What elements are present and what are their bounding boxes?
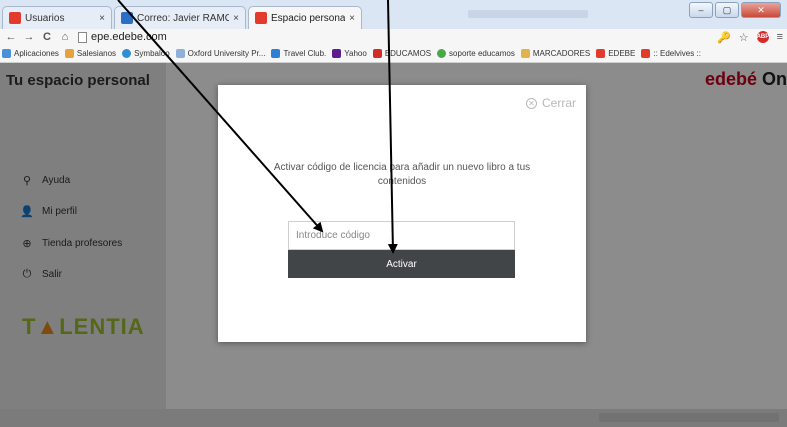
activate-button[interactable]: Activar xyxy=(288,250,515,278)
blurred-window-title xyxy=(468,10,588,18)
home-icon[interactable]: ⌂ xyxy=(58,31,72,43)
travel-club-icon xyxy=(271,49,281,58)
folder-icon xyxy=(520,49,530,58)
apps-grid-icon xyxy=(2,49,11,58)
tab-close-icon[interactable]: × xyxy=(99,13,105,24)
oxford-icon xyxy=(175,49,185,58)
close-modal-button[interactable]: ✕ Cerrar xyxy=(525,96,576,110)
license-code-modal: ✕ Cerrar Activar código de licencia para… xyxy=(218,85,586,342)
tab-title: Correo: Javier RAMOS FE xyxy=(137,12,229,24)
modal-message: Activar código de licencia para añadir u… xyxy=(273,162,531,187)
bookmark-edebe[interactable]: EDEBE xyxy=(596,49,635,58)
bookmark-yahoo[interactable]: Yahoo xyxy=(332,49,367,58)
tab-close-icon[interactable]: × xyxy=(233,13,239,24)
yahoo-icon xyxy=(332,49,342,58)
bookmark-label: :: Edelvives :: xyxy=(653,49,701,58)
salesianos-icon xyxy=(64,49,74,58)
tab-close-icon[interactable]: × xyxy=(349,13,355,24)
minimize-button[interactable]: – xyxy=(689,2,713,18)
bookmark-edelvives[interactable]: :: Edelvives :: xyxy=(641,49,701,58)
url-text: epe.edebe.com xyxy=(91,31,167,43)
adblock-icon[interactable]: ABP xyxy=(756,31,769,43)
bookmark-marcadores[interactable]: MARCADORES xyxy=(520,49,591,58)
bookmark-oxford[interactable]: Oxford University Pr... xyxy=(175,49,266,58)
bookmark-travel-club[interactable]: Travel Club. xyxy=(271,49,326,58)
edebe-favicon-icon xyxy=(255,12,267,24)
browser-tabstrip: Usuarios × Correo: Javier RAMOS FE × Esp… xyxy=(0,0,787,29)
license-code-input[interactable] xyxy=(288,221,515,250)
close-icon: ✕ xyxy=(525,97,537,109)
bookmark-aplicaciones[interactable]: Aplicaciones xyxy=(2,49,59,58)
bookmark-educamos[interactable]: EDUCAMOS xyxy=(372,49,432,58)
bookmark-label: Salesianos xyxy=(76,49,117,58)
window-controls: – ▢ ✕ xyxy=(689,2,781,18)
bookmark-label: EDEBE xyxy=(608,49,636,58)
bookmark-label: soporte educamos xyxy=(449,49,515,58)
address-bar[interactable]: epe.edebe.com xyxy=(78,31,167,43)
bookmark-label: Yahoo xyxy=(344,49,367,58)
forward-arrow-icon[interactable]: → xyxy=(22,31,36,43)
browser-toolbar: ← → C ⌂ epe.edebe.com 🔑 ☆ ABP ≡ xyxy=(0,29,787,45)
close-window-button[interactable]: ✕ xyxy=(741,2,781,18)
symbaloo-icon xyxy=(122,49,132,58)
close-label: Cerrar xyxy=(541,96,576,110)
tab-espacio-personal[interactable]: Espacio personal Edebé × xyxy=(248,6,362,29)
edebe-icon xyxy=(596,49,606,58)
soporte-icon xyxy=(437,49,447,58)
edelvives-icon xyxy=(641,49,651,58)
back-arrow-icon[interactable]: ← xyxy=(4,31,18,43)
tab-correo[interactable]: Correo: Javier RAMOS FE × xyxy=(114,6,246,29)
tab-title: Usuarios xyxy=(25,12,65,24)
bookmark-label: Oxford University Pr... xyxy=(187,49,266,58)
usuarios-favicon-icon xyxy=(9,12,21,24)
bookmark-label: Symbaloo xyxy=(134,49,170,58)
bookmark-label: EDUCAMOS xyxy=(384,49,432,58)
educamos-icon xyxy=(372,49,382,58)
bookmark-label: Travel Club. xyxy=(283,49,327,58)
key-icon[interactable]: 🔑 xyxy=(717,31,731,44)
bookmark-soporte-educamos[interactable]: soporte educamos xyxy=(437,49,515,58)
bookmark-salesianos[interactable]: Salesianos xyxy=(64,49,117,58)
bookmark-label: MARCADORES xyxy=(532,49,591,58)
bookmark-symbaloo[interactable]: Symbaloo xyxy=(122,49,170,58)
page-icon xyxy=(78,31,87,43)
bookmark-label: Aplicaciones xyxy=(14,49,59,58)
star-icon[interactable]: ☆ xyxy=(739,31,749,44)
page-content: Tu espacio personal ⚲ Ayuda 👤 Mi perfil … xyxy=(0,63,787,427)
menu-icon[interactable]: ≡ xyxy=(777,31,783,43)
bookmarks-bar: Aplicaciones Salesianos Symbaloo Oxford … xyxy=(0,45,787,63)
tab-usuarios[interactable]: Usuarios × xyxy=(2,6,112,29)
tab-title: Espacio personal Edebé xyxy=(271,12,346,24)
reload-icon[interactable]: C xyxy=(40,31,54,43)
maximize-button[interactable]: ▢ xyxy=(715,2,739,18)
mail-favicon-icon xyxy=(121,12,133,24)
